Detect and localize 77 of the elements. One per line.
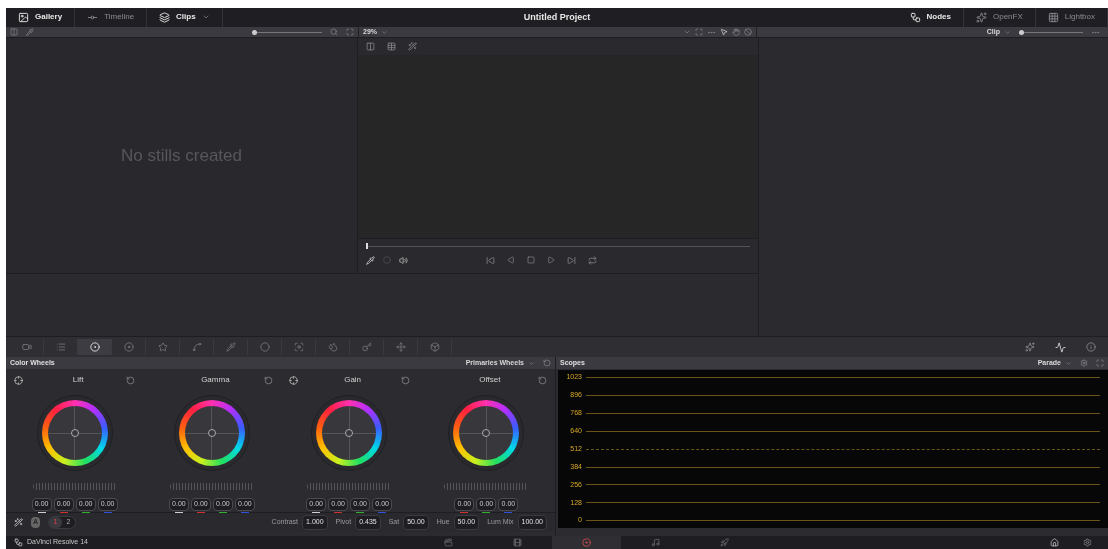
curve-icon bbox=[191, 342, 202, 353]
info-icon[interactable] bbox=[1086, 342, 1096, 353]
chevron-down-icon bbox=[1004, 28, 1011, 36]
circle-icon[interactable] bbox=[383, 256, 391, 265]
fullscreen-icon[interactable] bbox=[346, 28, 354, 37]
app-logo-icon bbox=[14, 537, 23, 547]
search-icon[interactable] bbox=[330, 28, 338, 37]
rocket-icon bbox=[720, 537, 729, 547]
reverse-play-icon[interactable] bbox=[507, 256, 515, 265]
reset-icon[interactable] bbox=[400, 375, 410, 385]
reset-icon[interactable] bbox=[543, 359, 551, 368]
star-icon bbox=[157, 342, 168, 353]
home-icon[interactable] bbox=[1050, 537, 1059, 547]
pointer-icon[interactable] bbox=[720, 28, 728, 37]
key-icon bbox=[361, 342, 372, 353]
loop-icon[interactable] bbox=[588, 255, 597, 265]
grid-icon bbox=[1047, 11, 1059, 23]
wheel-label: Lift bbox=[71, 374, 85, 387]
fullscreen-icon[interactable] bbox=[695, 28, 703, 37]
ellipse-icon bbox=[259, 342, 270, 353]
wand-icon[interactable] bbox=[408, 42, 417, 52]
list-icon bbox=[55, 342, 66, 353]
node-zoom-slider[interactable] bbox=[1019, 29, 1083, 36]
volume-icon[interactable] bbox=[399, 255, 408, 265]
music-note-icon bbox=[651, 537, 660, 547]
droplets-icon bbox=[327, 342, 338, 353]
picker-icon[interactable] bbox=[14, 375, 23, 385]
fullscreen-icon[interactable] bbox=[1096, 359, 1104, 368]
hand-icon[interactable] bbox=[732, 28, 740, 37]
settings-icon[interactable] bbox=[1083, 537, 1092, 547]
wand-icon[interactable] bbox=[14, 518, 23, 528]
sparkle-icon[interactable] bbox=[1025, 342, 1035, 353]
settings-icon[interactable] bbox=[1080, 359, 1088, 368]
wheel-label: Offset bbox=[478, 374, 502, 387]
sidebar-icon[interactable] bbox=[10, 28, 18, 37]
chevron-down-icon bbox=[1065, 359, 1072, 367]
camera-icon bbox=[21, 342, 32, 353]
split-view-icon[interactable] bbox=[366, 42, 375, 52]
top-tab[interactable]: Timeline bbox=[75, 8, 148, 27]
eyedropper-icon[interactable] bbox=[366, 255, 375, 265]
top-tab[interactable]: Clips bbox=[147, 8, 223, 27]
skip-forward-icon[interactable] bbox=[567, 255, 576, 265]
slider-thumb[interactable] bbox=[252, 29, 257, 35]
tracker-icon bbox=[293, 342, 304, 353]
slider-thumb[interactable] bbox=[1019, 29, 1024, 35]
cube-icon bbox=[429, 342, 440, 353]
scopes-icon[interactable] bbox=[1055, 341, 1066, 353]
top-tab[interactable]: Gallery bbox=[6, 8, 76, 27]
bypass-icon[interactable] bbox=[744, 28, 752, 37]
color-page-icon bbox=[582, 537, 591, 547]
stop-icon[interactable] bbox=[527, 256, 535, 265]
sparkle-icon bbox=[975, 11, 987, 23]
chevron-down-icon bbox=[381, 28, 388, 36]
grid-view-icon[interactable] bbox=[387, 42, 396, 52]
clips-icon bbox=[159, 11, 171, 23]
target-icon bbox=[89, 342, 100, 353]
zoom-slider[interactable] bbox=[252, 29, 322, 36]
top-tab[interactable]: OpenFX bbox=[963, 8, 1036, 27]
project-title: Untitled Project bbox=[523, 10, 591, 24]
play-icon[interactable] bbox=[547, 256, 555, 265]
skip-back-icon[interactable] bbox=[486, 255, 495, 265]
wheel-label: Gamma bbox=[200, 374, 231, 387]
move-icon bbox=[395, 342, 406, 353]
eyedropper-icon bbox=[225, 342, 236, 353]
reset-icon[interactable] bbox=[263, 375, 273, 385]
film-icon bbox=[513, 537, 522, 547]
media-icon bbox=[444, 537, 453, 547]
reset-icon[interactable] bbox=[538, 375, 547, 385]
nodes-icon bbox=[909, 11, 921, 23]
top-tab[interactable]: Lightbox bbox=[1035, 8, 1108, 27]
reset-icon[interactable] bbox=[126, 375, 136, 385]
gallery-icon bbox=[18, 11, 29, 23]
palette-button[interactable] bbox=[78, 339, 112, 356]
chevron-down-icon bbox=[528, 359, 535, 367]
wheel-label: Gain bbox=[343, 374, 363, 387]
top-tab[interactable]: Nodes bbox=[897, 8, 964, 27]
picker-icon[interactable] bbox=[288, 375, 298, 385]
